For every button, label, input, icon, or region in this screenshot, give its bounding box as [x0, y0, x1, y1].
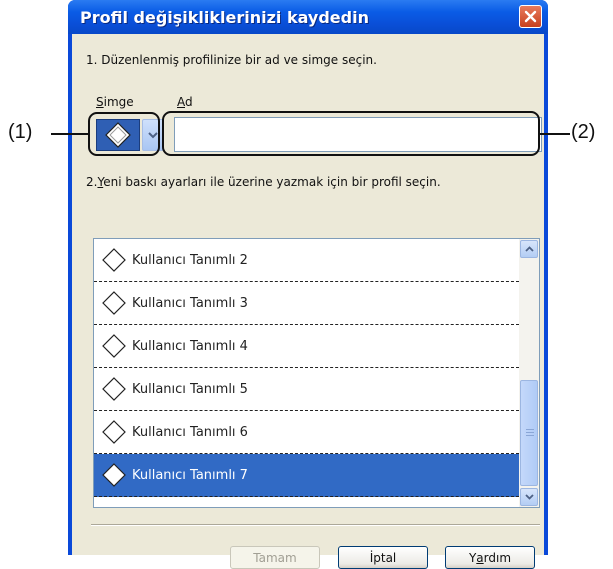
callout-label-2: (2) — [571, 121, 596, 143]
diamond-profile-icon — [102, 291, 126, 315]
list-item[interactable]: Kullanıcı Tanımlı 5 — [94, 368, 519, 411]
list-item-label: Kullanıcı Tanımlı 7 — [132, 467, 248, 483]
list-item[interactable]: Kullanıcı Tanımlı 2 — [94, 239, 519, 282]
list-item-label: Kullanıcı Tanımlı 4 — [132, 338, 248, 354]
icon-field-label: Simge — [96, 95, 134, 109]
list-item[interactable]: Kullanıcı Tanımlı 3 — [94, 282, 519, 325]
list-item-label: Kullanıcı Tanımlı 6 — [132, 424, 248, 440]
icon-callout-box — [88, 112, 160, 156]
list-item-label: Kullanıcı Tanımlı 5 — [132, 381, 248, 397]
diamond-profile-icon — [102, 334, 126, 358]
list-item-label: Kullanıcı Tanımlı 2 — [132, 252, 248, 268]
button-separator — [91, 524, 540, 526]
chevron-up-icon — [524, 246, 534, 252]
step2-instruction: 2.Yeni baskı ayarları ile üzerine yazmak… — [86, 175, 441, 189]
list-item[interactable]: Kullanıcı Tanımlı 6 — [94, 411, 519, 454]
name-callout-box — [162, 111, 540, 156]
dialog-window: Profil değişikliklerinizi kaydedin 1. Dü… — [68, 0, 548, 569]
list-item[interactable]: Kullanıcı Tanımlı 4 — [94, 325, 519, 368]
title-bar[interactable]: Profil değişikliklerinizi kaydedin — [68, 0, 548, 34]
close-icon — [524, 10, 537, 23]
help-button[interactable]: Ya rdım — [445, 546, 535, 569]
diamond-profile-icon — [102, 463, 126, 487]
cancel-button[interactable]: İptal — [338, 546, 428, 569]
diamond-profile-icon — [102, 248, 126, 272]
diamond-profile-icon — [102, 377, 126, 401]
chevron-down-icon — [524, 494, 534, 500]
diamond-profile-icon — [102, 420, 126, 444]
profile-list[interactable]: Kullanıcı Tanımlı 2 Kullanıcı Tanımlı 3 Ku… — [93, 238, 540, 508]
step1-instruction: 1. Düzenlenmiş profilinize bir ad ve sim… — [86, 53, 377, 67]
callout-label-1: (1) — [8, 121, 33, 143]
scroll-up-button[interactable] — [520, 240, 538, 258]
ok-button[interactable]: Tamam — [230, 546, 320, 569]
left-callout-leader — [51, 133, 88, 135]
scroll-down-button[interactable] — [520, 488, 538, 506]
scroll-thumb[interactable] — [520, 380, 538, 486]
name-field-label: Ad — [177, 95, 193, 109]
window-title: Profil değişikliklerinizi kaydedin — [80, 8, 369, 27]
vertical-scrollbar[interactable] — [519, 239, 539, 507]
list-item[interactable]: Kullanıcı Tanımlı 7 — [94, 454, 519, 497]
list-item-label: Kullanıcı Tanımlı 3 — [132, 295, 248, 311]
close-button[interactable] — [519, 5, 542, 28]
right-callout-leader — [540, 133, 570, 135]
